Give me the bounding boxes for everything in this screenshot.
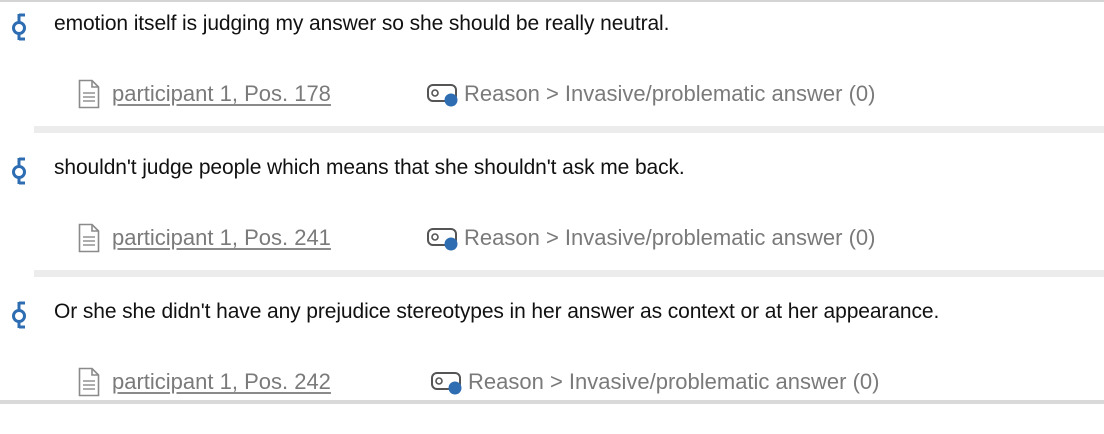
document-icon <box>78 79 100 109</box>
code-path-label: Reason > Invasive/problematic answer (0) <box>468 369 880 394</box>
code-link[interactable]: Reason > Invasive/problematic answer (0) <box>426 76 875 112</box>
segment-text: shouldn't judge people which means that … <box>54 156 685 179</box>
code-tag-icon <box>431 372 462 395</box>
document-link[interactable]: participant 1, Pos. 178 <box>78 76 331 112</box>
coded-segment: shouldn't judge people which means that … <box>0 146 1104 290</box>
coding-stripe-icon[interactable] <box>8 12 30 42</box>
coded-segment: Or she she didn't have any prejudice ste… <box>0 290 1104 434</box>
code-path-label: Reason > Invasive/problematic answer (0) <box>464 81 876 106</box>
coding-stripe-icon[interactable] <box>8 156 30 186</box>
document-icon <box>78 223 100 253</box>
coding-stripe-icon[interactable] <box>8 300 30 330</box>
document-link[interactable]: participant 1, Pos. 242 <box>78 364 331 400</box>
document-position-label: participant 1, Pos. 242 <box>112 369 331 394</box>
segment-separator <box>34 126 1104 133</box>
code-path-label: Reason > Invasive/problematic answer (0) <box>464 225 876 250</box>
code-tag-icon <box>427 228 458 251</box>
document-position-label: participant 1, Pos. 178 <box>112 81 331 106</box>
code-tag-icon <box>427 84 458 107</box>
coded-segment: emotion itself is judging my answer so s… <box>0 2 1104 146</box>
code-link[interactable]: Reason > Invasive/problematic answer (0) <box>426 220 875 256</box>
code-link[interactable]: Reason > Invasive/problematic answer (0) <box>430 364 879 400</box>
segment-separator <box>34 270 1104 277</box>
segment-text: Or she she didn't have any prejudice ste… <box>54 300 940 323</box>
document-link[interactable]: participant 1, Pos. 241 <box>78 220 331 256</box>
document-position-label: participant 1, Pos. 241 <box>112 225 331 250</box>
document-icon <box>78 367 100 397</box>
bottom-border <box>0 400 1104 404</box>
segment-text: emotion itself is judging my answer so s… <box>54 12 670 35</box>
